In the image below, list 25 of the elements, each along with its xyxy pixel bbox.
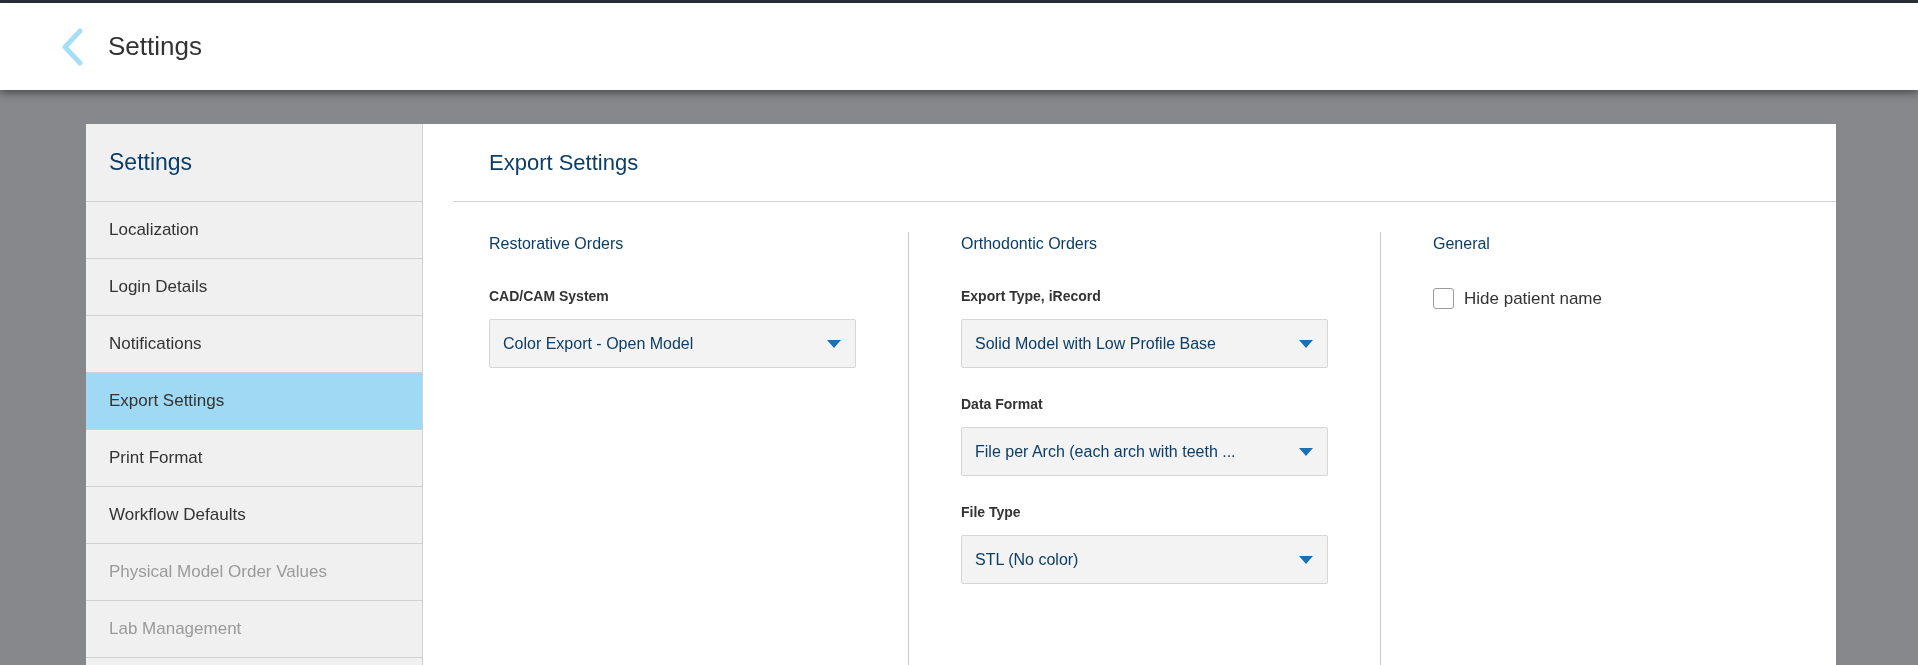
dropdown[interactable]: File per Arch (each arch with teeth ... [961,427,1328,476]
sidebar-item[interactable]: Workflow Defaults [86,487,422,544]
dropdown[interactable]: STL (No color) [961,535,1328,584]
dropdown[interactable]: Color Export - Open Model [489,319,856,368]
section-heading: Restorative Orders [489,234,624,254]
sidebar-item[interactable]: Print Format [86,430,422,487]
caret-down-icon [827,339,841,348]
caret-down-icon [1299,447,1313,456]
panel-title: Export Settings [489,149,639,177]
section-heading: General [1433,234,1490,254]
sidebar-title: Settings [109,148,193,178]
field-label: CAD/CAM System [489,287,609,306]
page-title: Settings [108,30,202,63]
caret-down-icon [1299,339,1313,348]
field-label: Export Type, iRecord [961,287,1101,306]
caret-down-icon [1299,555,1313,564]
field-label: File Type [961,503,1021,522]
sidebar-item[interactable]: Export Settings [86,373,422,430]
back-chevron-icon[interactable] [60,27,84,66]
sidebar-item[interactable]: Localization [86,202,422,259]
dropdown[interactable]: Solid Model with Low Profile Base [961,319,1328,368]
hide-patient-name-checkbox[interactable]: Hide patient name [1433,286,1602,312]
section-heading: Orthodontic Orders [961,234,1098,254]
field-label: Data Format [961,395,1043,414]
sidebar-item[interactable]: Login Details [86,259,422,316]
